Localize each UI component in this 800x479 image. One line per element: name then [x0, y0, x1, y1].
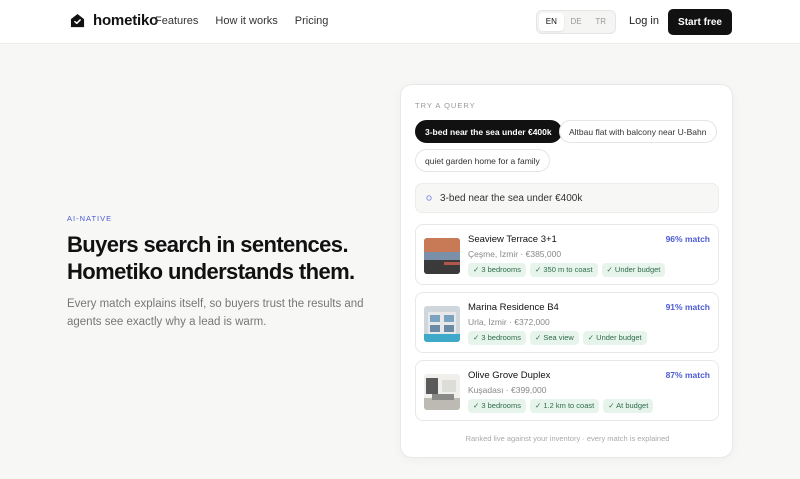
- match-score: 96% match: [665, 234, 710, 244]
- brand-name: hometiko: [93, 12, 159, 29]
- listing-name: Seaview Terrace 3+1: [468, 234, 557, 245]
- listing-tag: ✓ At budget: [603, 399, 654, 413]
- brand-logo[interactable]: hometiko: [70, 12, 158, 29]
- listing-tags: ✓ 3 bedrooms ✓ 1.2 km to coast ✓ At budg…: [468, 399, 654, 413]
- listing-card[interactable]: Seaview Terrace 3+1 Çeşme, İzmir · €385,…: [415, 224, 719, 285]
- listing-tag: ✓ 350 m to coast: [529, 263, 598, 277]
- home-icon: [70, 13, 85, 28]
- listing-tag: ✓ 3 bedrooms: [468, 263, 526, 277]
- headline-line-1: Buyers search in sentences.: [67, 232, 349, 257]
- hero-eyebrow: AI-NATIVE: [67, 214, 113, 223]
- listing-location-price: Çeşme, İzmir · €385,000: [468, 249, 562, 259]
- language-switcher: EN DE TR: [536, 10, 616, 34]
- lang-option-tr[interactable]: TR: [588, 13, 613, 31]
- ranking-footnote: Ranked live against your inventory · eve…: [465, 434, 670, 443]
- listing-name: Marina Residence B4: [468, 302, 559, 313]
- query-chip-sea[interactable]: 3-bed near the sea under €400k: [415, 120, 562, 143]
- start-free-button[interactable]: Start free: [668, 9, 732, 35]
- nav-pricing[interactable]: Pricing: [295, 15, 329, 27]
- query-input[interactable]: 3-bed near the sea under €400k: [415, 183, 719, 213]
- listing-tags: ✓ 3 bedrooms ✓ 350 m to coast ✓ Under bu…: [468, 263, 666, 277]
- listing-tags: ✓ 3 bedrooms ✓ Sea view ✓ Under budget: [468, 331, 647, 345]
- match-score: 91% match: [665, 302, 710, 312]
- hero-subtitle: Every match explains itself, so buyers t…: [67, 298, 364, 328]
- listing-tag: ✓ Under budget: [601, 263, 666, 277]
- main-nav: Features How it works Pricing: [155, 15, 345, 27]
- listing-location-price: Urla, İzmir · €372,000: [468, 317, 550, 327]
- listing-location-price: Kuşadası · €399,000: [468, 385, 547, 395]
- listing-thumbnail: [424, 374, 460, 410]
- listing-tag: ✓ 3 bedrooms: [468, 331, 526, 345]
- listing-card[interactable]: Marina Residence B4 Urla, İzmir · €372,0…: [415, 292, 719, 353]
- listing-tag: ✓ Under budget: [582, 331, 647, 345]
- hero-headline: Buyers search in sentences. Hometiko und…: [67, 231, 387, 285]
- login-link[interactable]: Log in: [629, 15, 659, 27]
- nav-how-it-works[interactable]: How it works: [215, 15, 277, 27]
- query-chip-garden[interactable]: quiet garden home for a family: [415, 149, 550, 172]
- query-chip-altbau[interactable]: Altbau flat with balcony near U-Bahn: [559, 120, 717, 143]
- try-query-label: TRY A QUERY: [415, 101, 476, 110]
- lang-option-en[interactable]: EN: [539, 13, 564, 31]
- lang-option-de[interactable]: DE: [564, 13, 589, 31]
- query-text: 3-bed near the sea under €400k: [440, 192, 583, 204]
- nav-features[interactable]: Features: [155, 15, 198, 27]
- match-score: 87% match: [665, 370, 710, 380]
- query-demo-card: TRY A QUERY 3-bed near the sea under €40…: [400, 84, 733, 458]
- listing-thumbnail: [424, 306, 460, 342]
- listing-tag: ✓ Sea view: [529, 331, 579, 345]
- headline-line-2: Hometiko understands them.: [67, 259, 355, 284]
- site-header: hometiko Features How it works Pricing E…: [0, 0, 800, 44]
- listing-name: Olive Grove Duplex: [468, 370, 551, 381]
- listing-tag: ✓ 3 bedrooms: [468, 399, 526, 413]
- listing-tag: ✓ 1.2 km to coast: [529, 399, 600, 413]
- listing-card[interactable]: Olive Grove Duplex Kuşadası · €399,000 8…: [415, 360, 719, 421]
- search-dot-icon: [426, 195, 432, 201]
- listing-thumbnail: [424, 238, 460, 274]
